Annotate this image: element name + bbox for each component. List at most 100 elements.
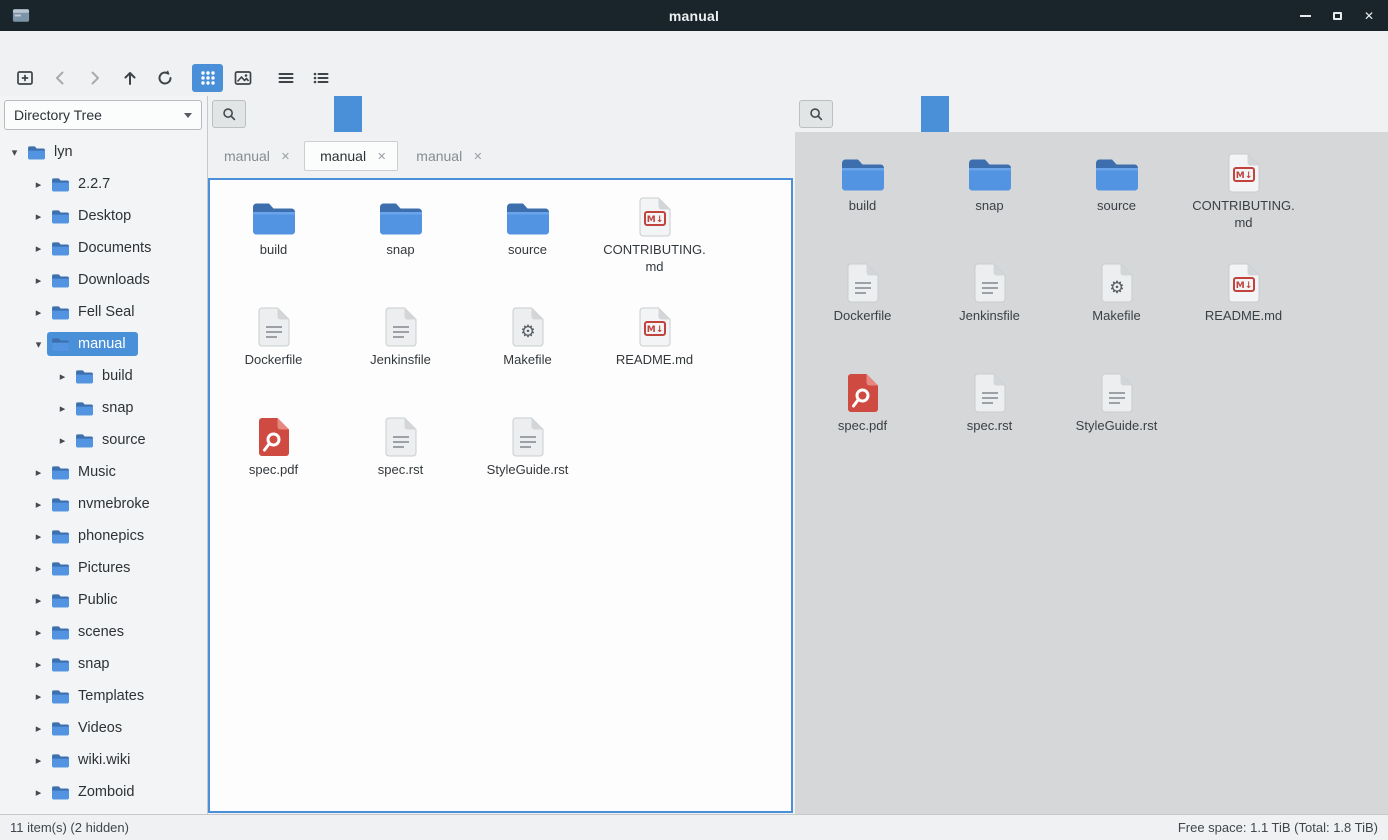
- tree-item[interactable]: Videos: [0, 712, 207, 744]
- back-button[interactable]: [44, 64, 75, 92]
- file-item[interactable]: M↓ ⚙: [1185, 256, 1303, 366]
- file-item[interactable]: M↓ ⚙: [1058, 366, 1176, 476]
- tree-item-inner[interactable]: snap: [47, 652, 121, 676]
- file-item[interactable]: M↓ ⚙: [215, 190, 333, 300]
- expander-icon[interactable]: [30, 754, 47, 767]
- icon-view-button[interactable]: [192, 64, 223, 92]
- expander-icon[interactable]: [30, 626, 47, 639]
- tree-item-inner[interactable]: build: [71, 364, 145, 388]
- reload-button[interactable]: [149, 64, 180, 92]
- tree-item-inner[interactable]: Desktop: [47, 204, 143, 228]
- close-button[interactable]: ✕: [1362, 9, 1376, 23]
- tree-item[interactable]: Public: [0, 584, 207, 616]
- expander-icon[interactable]: [30, 466, 47, 479]
- tab[interactable]: manual ✕: [304, 141, 398, 171]
- expander-icon[interactable]: [54, 402, 71, 415]
- file-item[interactable]: M↓ ⚙: [931, 366, 1049, 476]
- expander-icon[interactable]: [30, 786, 47, 799]
- tree-item[interactable]: Documents: [0, 232, 207, 264]
- expander-icon[interactable]: [30, 306, 47, 319]
- tree-item[interactable]: Pictures: [0, 552, 207, 584]
- expander-icon[interactable]: [30, 690, 47, 703]
- breadcrumb-segment[interactable]: [893, 96, 921, 132]
- sidebar-mode-select[interactable]: Directory Tree: [4, 100, 202, 130]
- forward-button[interactable]: [79, 64, 110, 92]
- menu-item[interactable]: [6, 41, 28, 51]
- expander-icon[interactable]: [30, 178, 47, 191]
- tab[interactable]: manual ✕: [208, 141, 302, 171]
- breadcrumb-segment[interactable]: [921, 96, 949, 132]
- breadcrumb-segment[interactable]: [278, 96, 306, 132]
- tree-item[interactable]: Desktop: [0, 200, 207, 232]
- tab-close-icon[interactable]: ✕: [473, 150, 482, 163]
- expander-icon[interactable]: [54, 434, 71, 447]
- file-item[interactable]: M↓ ⚙: [1058, 146, 1176, 256]
- tree-item-inner[interactable]: Downloads: [47, 268, 162, 292]
- file-item[interactable]: M↓ ⚙: [1185, 146, 1303, 256]
- new-tab-button[interactable]: [9, 64, 40, 92]
- tree-item[interactable]: Zomboid: [0, 776, 207, 808]
- file-item[interactable]: M↓ ⚙: [931, 256, 1049, 366]
- menu-item[interactable]: [50, 41, 72, 51]
- menu-item[interactable]: [72, 41, 94, 51]
- file-item[interactable]: M↓ ⚙: [1058, 256, 1176, 366]
- expander-icon[interactable]: [30, 658, 47, 671]
- tree-item[interactable]: snap: [0, 392, 207, 424]
- tab[interactable]: manual ✕: [400, 141, 494, 171]
- tree-item-inner[interactable]: phonepics: [47, 524, 156, 548]
- tree-item[interactable]: lyn: [0, 136, 207, 168]
- menu-item[interactable]: [94, 41, 116, 51]
- breadcrumb-segment[interactable]: [837, 96, 865, 132]
- tree-item[interactable]: manual: [0, 328, 207, 360]
- file-item[interactable]: M↓ ⚙: [215, 410, 333, 520]
- expander-icon[interactable]: [30, 530, 47, 543]
- tree-item[interactable]: source: [0, 424, 207, 456]
- file-item[interactable]: M↓ ⚙: [342, 190, 460, 300]
- tab-close-icon[interactable]: ✕: [281, 150, 290, 163]
- menu-item[interactable]: [138, 41, 160, 51]
- tree-item[interactable]: Music: [0, 456, 207, 488]
- breadcrumb-segment[interactable]: [250, 96, 278, 132]
- tree-item[interactable]: Fell Seal: [0, 296, 207, 328]
- up-button[interactable]: [114, 64, 145, 92]
- tree-item-inner[interactable]: Zomboid: [47, 780, 146, 804]
- file-item[interactable]: M↓ ⚙: [469, 410, 587, 520]
- tree-item-inner[interactable]: Music: [47, 460, 128, 484]
- tree-item[interactable]: wiki.wiki: [0, 744, 207, 776]
- tree-item-inner[interactable]: source: [71, 428, 158, 452]
- file-item[interactable]: M↓ ⚙: [215, 300, 333, 410]
- minimize-button[interactable]: [1298, 9, 1312, 23]
- file-item[interactable]: M↓ ⚙: [804, 366, 922, 476]
- menu-item[interactable]: [116, 41, 138, 51]
- expander-icon[interactable]: [30, 722, 47, 735]
- tree-item-inner[interactable]: Fell Seal: [47, 300, 146, 324]
- file-item[interactable]: M↓ ⚙: [469, 190, 587, 300]
- tree-item-inner[interactable]: Videos: [47, 716, 134, 740]
- breadcrumb-segment[interactable]: [334, 96, 362, 132]
- breadcrumb-segment[interactable]: [306, 96, 334, 132]
- tree-item-inner[interactable]: 2.2.7: [47, 172, 122, 196]
- tree-item-inner[interactable]: lyn: [23, 140, 85, 164]
- tree-item[interactable]: phonepics: [0, 520, 207, 552]
- expander-icon[interactable]: [30, 562, 47, 575]
- expander-icon[interactable]: [30, 242, 47, 255]
- expander-icon[interactable]: [30, 338, 47, 351]
- tree-item-inner[interactable]: Templates: [47, 684, 156, 708]
- tree-item-inner[interactable]: scenes: [47, 620, 136, 644]
- expander-icon[interactable]: [6, 146, 23, 159]
- tab-close-icon[interactable]: ✕: [377, 150, 386, 163]
- tree-item[interactable]: 2.2.7: [0, 168, 207, 200]
- tree-item-inner[interactable]: wiki.wiki: [47, 748, 142, 772]
- path-search-button[interactable]: [799, 100, 833, 128]
- titlebar[interactable]: manual ✕: [0, 0, 1388, 31]
- file-view-left[interactable]: M↓ ⚙: [208, 178, 793, 813]
- tree-item-inner[interactable]: nvmebroke: [47, 492, 162, 516]
- breadcrumb-segment[interactable]: [865, 96, 893, 132]
- tree-item[interactable]: nvmebroke: [0, 488, 207, 520]
- detailed-list-view-button[interactable]: [305, 64, 336, 92]
- tree-item-inner[interactable]: manual: [47, 332, 138, 356]
- file-item[interactable]: M↓ ⚙: [342, 300, 460, 410]
- tree-item-inner[interactable]: snap: [71, 396, 145, 420]
- tree-item[interactable]: Templates: [0, 680, 207, 712]
- file-item[interactable]: M↓ ⚙: [469, 300, 587, 410]
